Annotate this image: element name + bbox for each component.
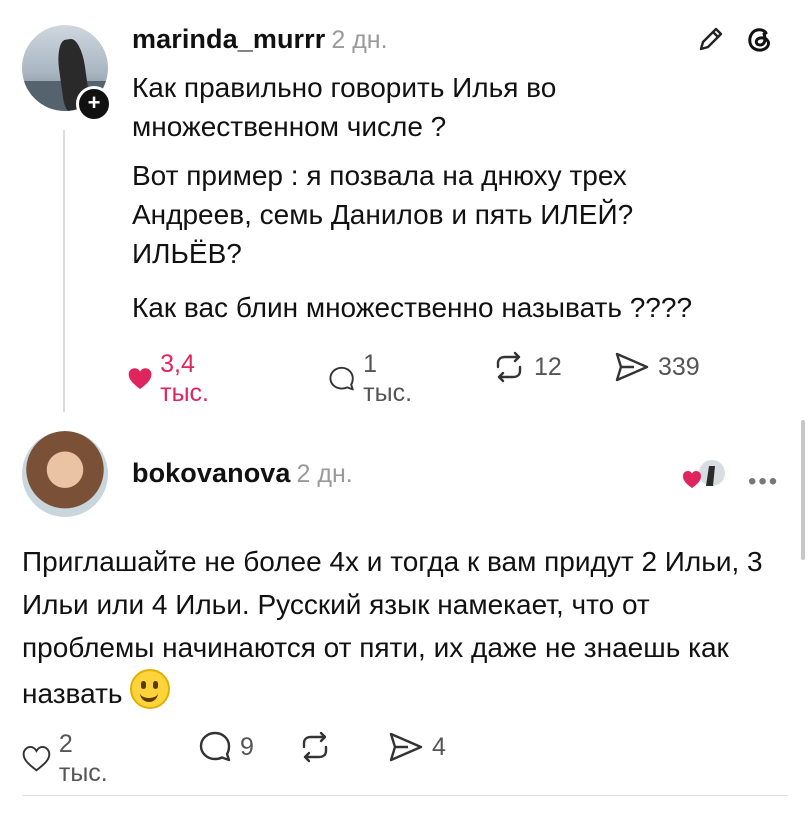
- reply-icon: [199, 731, 231, 762]
- post-text-closing: Как вас блин множественно называть ????: [132, 292, 693, 323]
- thread-line: [63, 130, 65, 412]
- repost-button[interactable]: 12: [492, 350, 562, 384]
- reply-repost-button[interactable]: [298, 730, 340, 764]
- reply-avatar[interactable]: [22, 431, 108, 517]
- share-count: 339: [658, 352, 700, 381]
- post-time: 2 дн.: [331, 26, 388, 54]
- more-options-button[interactable]: •••: [748, 468, 779, 496]
- reply-reply-count: 9: [240, 732, 254, 761]
- heart-icon: [128, 368, 152, 390]
- edit-icon[interactable]: [694, 22, 728, 56]
- reply-header: bokovanova 2 дн.: [132, 458, 353, 489]
- grinning-face-emoji: [130, 669, 171, 709]
- like-count: 3,4 тыс.: [160, 350, 210, 407]
- follow-plus-icon[interactable]: +: [76, 86, 112, 122]
- reply-reply-button[interactable]: 9: [198, 730, 254, 764]
- reply-time: 2 дн.: [296, 460, 353, 488]
- reply-like-count: 2 тыс.: [58, 730, 108, 787]
- post-text-example: Вот пример : я позвала на днюху трех Анд…: [132, 160, 634, 269]
- threads-logo-icon[interactable]: [742, 22, 776, 56]
- like-button[interactable]: 3,4 тыс.: [128, 350, 221, 408]
- post-header: marinda_murrr 2 дн.: [132, 24, 388, 55]
- repost-icon: [496, 351, 522, 383]
- reply-share-count: 4: [432, 732, 446, 761]
- post-username[interactable]: marinda_murrr: [132, 24, 325, 54]
- post-text-question: Как правильно говорить Илья во множестве…: [132, 72, 557, 142]
- reply-text: Приглашайте не более 4х и тогда к вам пр…: [22, 540, 782, 715]
- reply-button[interactable]: 1 тыс.: [328, 350, 419, 408]
- reply-count: 1 тыс.: [363, 350, 413, 407]
- reply-icon: [329, 366, 354, 391]
- heart-outline-icon: [22, 745, 51, 772]
- share-button[interactable]: 339: [614, 350, 700, 384]
- repost-icon: [302, 731, 328, 763]
- scrollbar[interactable]: [801, 420, 805, 560]
- reply-share-button[interactable]: 4: [388, 730, 446, 764]
- share-icon: [389, 732, 423, 762]
- repost-count: 12: [534, 352, 562, 381]
- share-icon: [615, 352, 649, 382]
- divider: [22, 795, 788, 796]
- reply-username[interactable]: bokovanova: [132, 458, 291, 488]
- author-liked-indicator: [682, 458, 726, 492]
- reply-like-button[interactable]: 2 тыс.: [22, 730, 115, 788]
